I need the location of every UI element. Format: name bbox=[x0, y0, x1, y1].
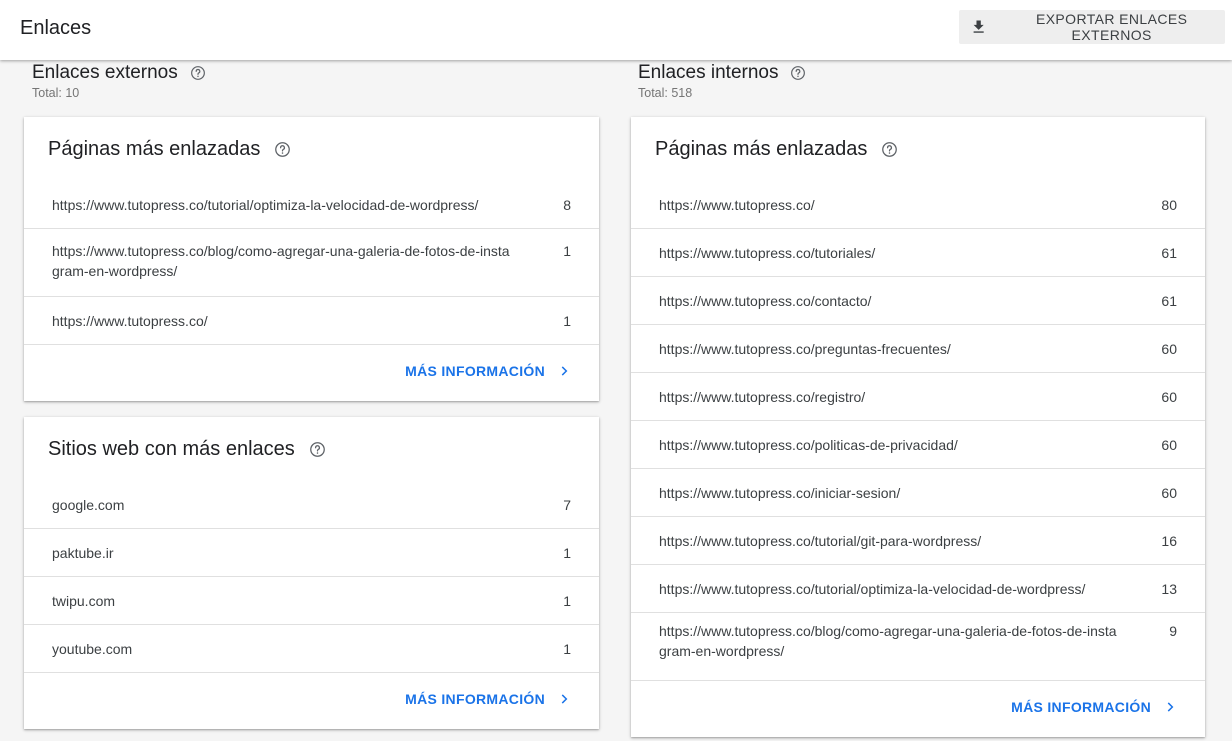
help-circle-icon[interactable] bbox=[309, 441, 326, 458]
row-count: 1 bbox=[563, 593, 571, 609]
row-url: https://www.tutopress.co/blog/como-agreg… bbox=[52, 243, 510, 279]
internal-links-header: Enlaces internos Total: 518 bbox=[638, 62, 806, 100]
table-row[interactable]: paktube.ir 1 bbox=[24, 529, 599, 577]
row-count: 60 bbox=[1161, 485, 1177, 501]
more-info-link[interactable]: MÁS INFORMACIÓN bbox=[1011, 699, 1177, 715]
row-count: 9 bbox=[1169, 623, 1177, 639]
external-top-pages-card: Páginas más enlazadas https://www.tutopr… bbox=[24, 117, 599, 401]
row-count: 7 bbox=[563, 497, 571, 513]
card-title: Páginas más enlazadas bbox=[48, 138, 261, 160]
table-row[interactable]: https://www.tutopress.co/tutorial/git-pa… bbox=[631, 517, 1205, 565]
more-info-link[interactable]: MÁS INFORMACIÓN bbox=[405, 363, 571, 379]
more-info-link[interactable]: MÁS INFORMACIÓN bbox=[405, 691, 571, 707]
row-count: 8 bbox=[563, 197, 571, 213]
chevron-right-icon bbox=[1167, 702, 1174, 712]
row-url: https://www.tutopress.co/ bbox=[659, 197, 815, 213]
row-count: 60 bbox=[1161, 437, 1177, 453]
table-row[interactable]: twipu.com 1 bbox=[24, 577, 599, 625]
export-button-label: EXPORTAR ENLACES EXTERNOS bbox=[1035, 11, 1188, 43]
table-row[interactable]: https://www.tutopress.co/preguntas-frecu… bbox=[631, 325, 1205, 373]
row-url: https://www.tutopress.co/registro/ bbox=[659, 389, 866, 405]
row-count: 1 bbox=[563, 545, 571, 561]
row-count: 1 bbox=[563, 313, 571, 329]
table-row[interactable]: https://www.tutopress.co/contacto/ 61 bbox=[631, 277, 1205, 325]
external-links-header: Enlaces externos Total: 10 bbox=[32, 62, 206, 100]
help-circle-icon[interactable] bbox=[881, 141, 898, 158]
table-row[interactable]: https://www.tutopress.co/registro/ 60 bbox=[631, 373, 1205, 421]
row-count: 1 bbox=[563, 243, 571, 259]
row-count: 80 bbox=[1161, 197, 1177, 213]
row-url: https://www.tutopress.co/ bbox=[52, 313, 208, 329]
row-site: google.com bbox=[52, 497, 125, 513]
table-row[interactable]: youtube.com 1 bbox=[24, 625, 599, 673]
more-info-label: MÁS INFORMACIÓN bbox=[405, 691, 545, 707]
row-count: 13 bbox=[1161, 581, 1177, 597]
row-url: https://www.tutopress.co/politicas-de-pr… bbox=[659, 437, 958, 453]
more-info-label: MÁS INFORMACIÓN bbox=[405, 363, 545, 379]
help-circle-icon[interactable] bbox=[190, 65, 206, 81]
row-count: 1 bbox=[563, 641, 571, 657]
table-row[interactable]: https://www.tutopress.co/tutoriales/ 61 bbox=[631, 229, 1205, 277]
help-circle-icon[interactable] bbox=[274, 141, 291, 158]
row-url: https://www.tutopress.co/tutorial/optimi… bbox=[659, 581, 1086, 597]
external-top-sites-card: Sitios web con más enlaces google.com 7 … bbox=[24, 417, 599, 729]
internal-links-heading: Enlaces internos bbox=[638, 62, 779, 83]
table-row[interactable]: https://www.tutopress.co/ 1 bbox=[24, 297, 599, 345]
card-title: Páginas más enlazadas bbox=[655, 138, 868, 160]
export-external-links-button[interactable]: EXPORTAR ENLACES EXTERNOS bbox=[959, 10, 1225, 44]
table-row[interactable]: https://www.tutopress.co/ 80 bbox=[631, 181, 1205, 229]
row-url: https://www.tutopress.co/contacto/ bbox=[659, 293, 872, 309]
row-url: https://www.tutopress.co/tutorial/git-pa… bbox=[659, 533, 982, 549]
internal-top-pages-card: Páginas más enlazadas https://www.tutopr… bbox=[631, 117, 1205, 737]
table-row[interactable]: https://www.tutopress.co/tutorial/optimi… bbox=[631, 565, 1205, 613]
table-row[interactable]: https://www.tutopress.co/tutorial/optimi… bbox=[24, 181, 599, 229]
internal-links-total: Total: 518 bbox=[638, 86, 693, 100]
external-links-total: Total: 10 bbox=[32, 86, 80, 100]
row-url: https://www.tutopress.co/tutorial/optimi… bbox=[52, 197, 479, 213]
row-url: https://www.tutopress.co/preguntas-frecu… bbox=[659, 341, 951, 357]
row-count: 61 bbox=[1161, 245, 1177, 261]
page-title: Enlaces bbox=[20, 17, 92, 39]
chevron-right-icon bbox=[561, 694, 568, 704]
table-row[interactable]: https://www.tutopress.co/blog/como-agreg… bbox=[631, 613, 1205, 681]
row-url: https://www.tutopress.co/tutoriales/ bbox=[659, 245, 876, 261]
row-site: youtube.com bbox=[52, 641, 133, 657]
top-app-bar: Enlaces EXPORTAR ENLACES EXTERNOS bbox=[0, 0, 1232, 60]
row-site: paktube.ir bbox=[52, 545, 114, 561]
row-url: https://www.tutopress.co/blog/como-agreg… bbox=[659, 623, 1117, 659]
help-circle-icon[interactable] bbox=[790, 65, 806, 81]
row-site: twipu.com bbox=[52, 593, 116, 609]
table-row[interactable]: https://www.tutopress.co/iniciar-sesion/… bbox=[631, 469, 1205, 517]
external-links-heading: Enlaces externos bbox=[32, 62, 178, 83]
chevron-right-icon bbox=[561, 366, 568, 376]
row-count: 16 bbox=[1161, 533, 1177, 549]
download-icon bbox=[973, 20, 984, 33]
row-url: https://www.tutopress.co/iniciar-sesion/ bbox=[659, 485, 901, 501]
more-info-label: MÁS INFORMACIÓN bbox=[1011, 699, 1151, 715]
table-row[interactable]: https://www.tutopress.co/politicas-de-pr… bbox=[631, 421, 1205, 469]
table-row[interactable]: https://www.tutopress.co/blog/como-agreg… bbox=[24, 229, 599, 297]
row-count: 60 bbox=[1161, 389, 1177, 405]
table-row[interactable]: google.com 7 bbox=[24, 481, 599, 529]
card-title: Sitios web con más enlaces bbox=[48, 438, 295, 460]
row-count: 60 bbox=[1161, 341, 1177, 357]
row-count: 61 bbox=[1161, 293, 1177, 309]
